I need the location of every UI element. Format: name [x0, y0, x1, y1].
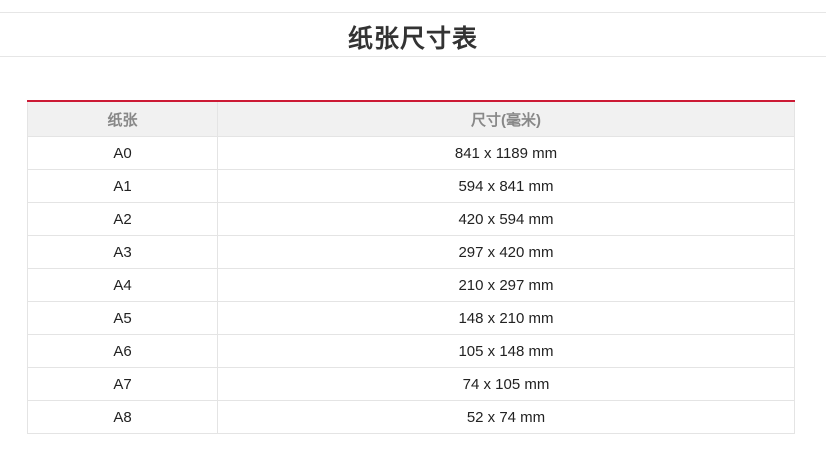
table-row: A1 594 x 841 mm [27, 169, 795, 203]
size-cell: 297 x 420 mm [217, 235, 795, 269]
paper-size-table: 纸张 尺寸(毫米) A0 841 x 1189 mm A1 594 x 841 … [27, 100, 795, 434]
size-cell: 74 x 105 mm [217, 367, 795, 401]
size-cell: 148 x 210 mm [217, 301, 795, 335]
column-header-size: 尺寸(毫米) [217, 101, 795, 137]
table-row: A7 74 x 105 mm [27, 367, 795, 401]
table-row: A5 148 x 210 mm [27, 301, 795, 335]
column-header-paper: 纸张 [27, 101, 218, 137]
table-row: A4 210 x 297 mm [27, 268, 795, 302]
page-title: 纸张尺寸表 [347, 24, 478, 53]
size-cell: 210 x 297 mm [217, 268, 795, 302]
paper-size-table-container: 纸张 尺寸(毫米) A0 841 x 1189 mm A1 594 x 841 … [27, 100, 795, 434]
title-bar: 纸张尺寸表 [0, 12, 826, 57]
paper-cell: A2 [27, 202, 218, 236]
size-cell: 420 x 594 mm [217, 202, 795, 236]
paper-cell: A6 [27, 334, 218, 368]
table-row: A2 420 x 594 mm [27, 202, 795, 236]
paper-cell: A1 [27, 169, 218, 203]
size-cell: 594 x 841 mm [217, 169, 795, 203]
paper-cell: A5 [27, 301, 218, 335]
table-header-row: 纸张 尺寸(毫米) [27, 101, 795, 137]
paper-cell: A0 [27, 136, 218, 170]
paper-cell: A7 [27, 367, 218, 401]
paper-cell: A4 [27, 268, 218, 302]
paper-cell: A8 [27, 400, 218, 434]
table-row: A6 105 x 148 mm [27, 334, 795, 368]
size-cell: 52 x 74 mm [217, 400, 795, 434]
size-cell: 841 x 1189 mm [217, 136, 795, 170]
table-row: A3 297 x 420 mm [27, 235, 795, 269]
table-row: A8 52 x 74 mm [27, 400, 795, 434]
table-row: A0 841 x 1189 mm [27, 136, 795, 170]
size-cell: 105 x 148 mm [217, 334, 795, 368]
paper-cell: A3 [27, 235, 218, 269]
